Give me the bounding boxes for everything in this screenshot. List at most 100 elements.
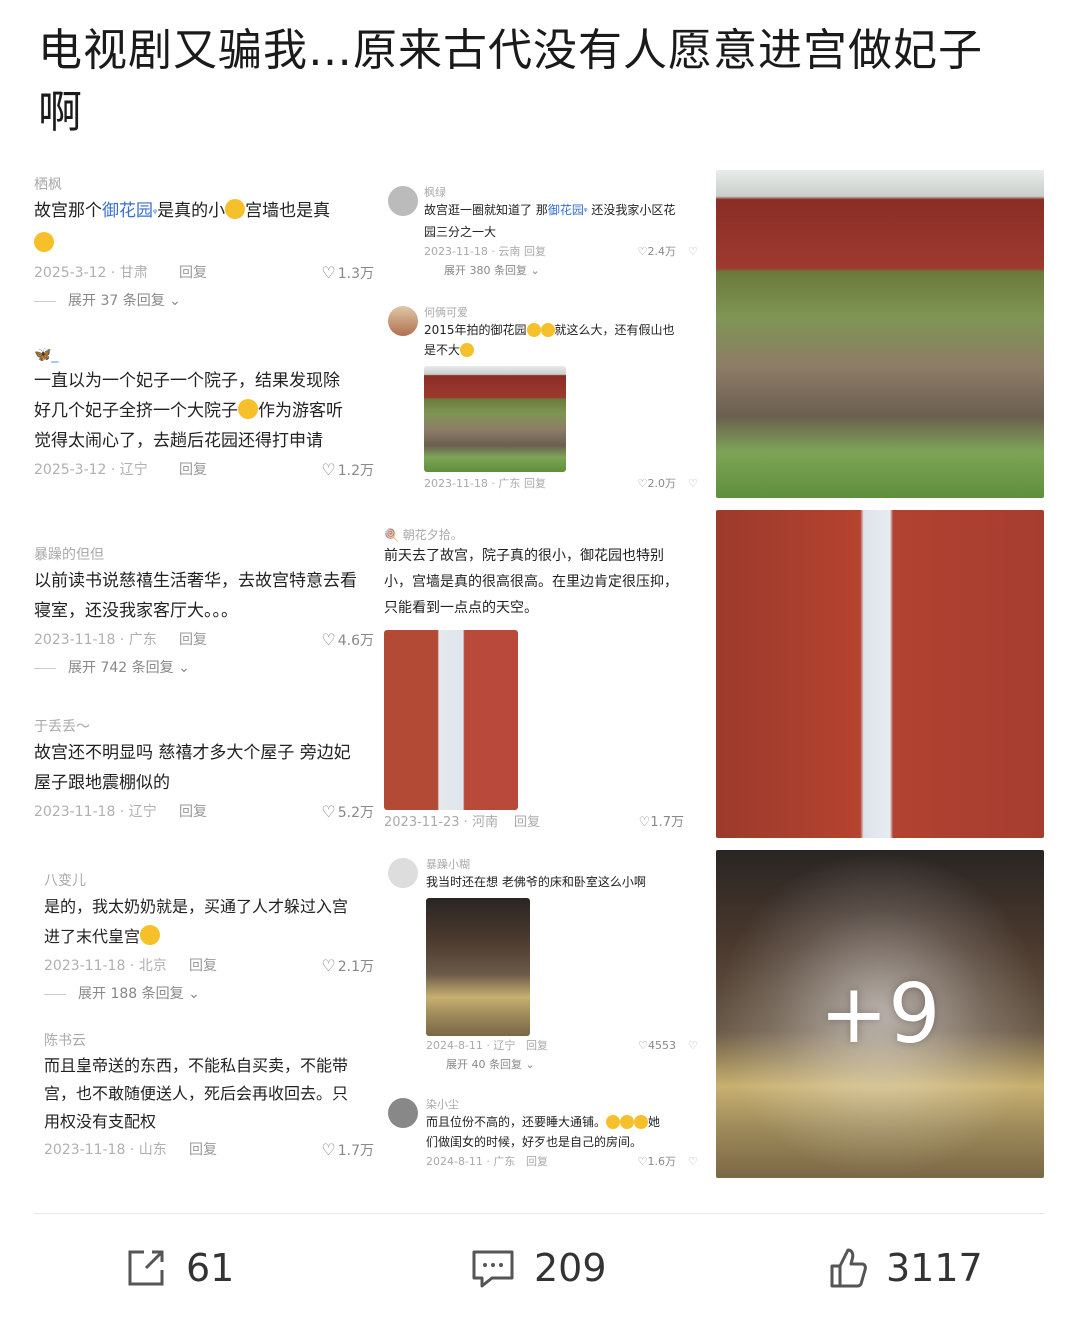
comment: 八变儿 是的，我太奶奶就是，买通了人才躲过入宫 进了末代皇宫 2023-11-1… [44, 870, 374, 1008]
comment-username: 于丢丢～ [34, 719, 90, 735]
bedroom-photo[interactable]: +9 [716, 850, 1044, 1178]
comment: 🍭 朝花夕拾。 前天去了故宫，院子真的很小，御花园也特别 小，宫墙是真的很高很高… [384, 526, 706, 621]
divider [34, 1213, 1044, 1214]
comment-icon [472, 1250, 514, 1288]
comment-username: 🦋_ [34, 347, 59, 363]
share-button[interactable]: 61 [124, 1238, 234, 1298]
like-count: ♡ 1.3万 [321, 259, 374, 288]
comment-meta: 2023-11-18 · 辽宁 回复 ♡ 5.2万 [34, 798, 374, 826]
comment-text: 而且位份不高的，还要睡大通铺。她 [426, 1115, 661, 1129]
comment-username: 暴躁小糊 [426, 858, 470, 871]
dislike-icon: ♡ [688, 1155, 698, 1168]
comment-text: 故宫还不明显吗 慈禧才多大个屋子 旁边妃 [34, 743, 351, 763]
avatar [388, 1098, 418, 1128]
heart-icon: ♡ [321, 630, 336, 649]
comment-meta: 2024-8-11 · 辽宁 回复 ♡4553 ♡ [426, 1036, 704, 1056]
post-title-line2: 啊 [38, 87, 83, 138]
palace-wall-photo-thumbnail[interactable] [384, 630, 518, 810]
avatar [388, 306, 418, 336]
comment-text: 而且皇帝送的东西，不能私自买卖，不能带 [44, 1056, 349, 1075]
comment-meta: 2023-11-18 · 云南 回复 ♡2.4万 ♡ [424, 242, 704, 262]
reply-label: 回复 [179, 265, 207, 281]
comment-username: 枫绿 [424, 186, 446, 199]
lollipop-icon: 🍭 [384, 528, 399, 542]
heart-icon: ♡ [321, 263, 336, 282]
expand-replies: 展开 380 条回复 ⌄ [444, 264, 540, 277]
comment-username: 染小尘 [426, 1098, 459, 1111]
emoji-icon [634, 1115, 649, 1129]
dislike-icon: ♡ [688, 1039, 698, 1052]
like-count: 3117 [886, 1246, 983, 1290]
comment: 陈书云 而且皇帝送的东西，不能私自买卖，不能带 宫，也不敢随便送人，死后会再收回… [44, 1030, 374, 1164]
image-comment-screenshot-2[interactable]: 枫绿 故宫逛一圈就知道了 那御花园ᵠ 还没我家小区花 园三分之一大 2023-1… [380, 168, 710, 1180]
heart-icon: ♡ [637, 477, 648, 490]
comment: 何俩可爱 2015年拍的御花园 就这么大，还有假山也 是不大 [424, 304, 704, 360]
comment-text: 是的，我太奶奶就是，买通了人才躲过入宫 [44, 897, 349, 916]
garden-photo-thumbnail[interactable] [424, 366, 566, 472]
comment-count: 209 [534, 1246, 607, 1290]
comment-meta: 2023-11-18 · 广东 回复 ♡2.0万 ♡ [424, 474, 704, 494]
dislike-icon: ♡ [688, 245, 698, 258]
sweat-emoji-icon [238, 399, 258, 419]
heart-icon: ♡ [637, 1155, 648, 1168]
comment: 暴躁小糊 我当时还在想 老佛爷的床和卧室这么小啊 [426, 856, 704, 892]
comment-meta: 2025-3-12 · 辽宁 回复 ♡ 1.2万 [34, 456, 374, 484]
laughing-emoji-icon [225, 199, 246, 219]
more-photos-count: +9 [819, 966, 941, 1062]
comment-meta: 2025-3-12 · 甘肃 回复 ♡ 1.3万 [34, 259, 374, 287]
comment-username: 朝花夕拾。 [402, 528, 463, 542]
comment-text: 我当时还在想 老佛爷的床和卧室这么小啊 [426, 875, 646, 889]
comment-username: 栖枫 [34, 177, 62, 193]
comment-text: 以前读书说慈禧生活奢华，去故宫特意去看 [34, 571, 357, 591]
thumbs-up-icon [830, 1248, 867, 1288]
hashtag-link: 御花园 [102, 201, 153, 221]
emoji-icon [540, 323, 555, 337]
comment-date: 2025-3-12 · 甘肃 [34, 265, 148, 281]
smile-emoji-icon [34, 232, 54, 252]
comment-text: 故宫逛一圈就知道了 那御花园ᵠ 还没我家小区花 [424, 203, 676, 217]
comment: 枫绿 故宫逛一圈就知道了 那御花园ᵠ 还没我家小区花 园三分之一大 2023-1… [424, 184, 704, 278]
comment: 暴躁的但但 以前读书说慈禧生活奢华，去故宫特意去看 寝室，还没我家客厅大。。。 … [34, 544, 374, 682]
post-title: 电视剧又骗我…原来古代没有人愿意进宫做妃子 啊 [38, 20, 1048, 144]
emoji-icon [620, 1115, 635, 1129]
comment-button[interactable]: 209 [470, 1238, 607, 1298]
comment-meta: 2023-11-23 · 河南 回复 ♡1.7万 [384, 815, 684, 830]
comment: 栖枫 故宫那个御花园ᵠ是真的小 宫墙也是真 2025-3-12 · 甘肃 回复 ♡… [34, 174, 374, 315]
garden-photo[interactable] [716, 170, 1044, 498]
comment-username: 陈书云 [44, 1033, 86, 1049]
dislike-icon: ♡ [688, 477, 698, 490]
comment-text: 故宫那个御花园ᵠ是真的小 宫墙也是真 [34, 199, 331, 221]
share-icon [128, 1250, 164, 1286]
bedroom-photo-thumbnail[interactable] [426, 898, 530, 1036]
post-title-line1: 电视剧又骗我…原来古代没有人愿意进宫做妃子 [38, 25, 983, 76]
palace-wall-photo[interactable] [716, 510, 1044, 838]
comment-text: 一直以为一个妃子一个院子，结果发现除 [34, 371, 340, 391]
comment-meta: 2023-11-18 · 山东 回复 ♡ 1.7万 [44, 1136, 374, 1164]
comment: 于丢丢～ 故宫还不明显吗 慈禧才多大个屋子 旁边妃 屋子跟地震棚似的 2023-… [34, 716, 374, 826]
expand-replies: 展开 40 条回复 ⌄ [446, 1058, 535, 1071]
heart-icon: ♡ [321, 802, 336, 821]
expand-replies: 展开 188 条回复 ⌄ [44, 980, 374, 1008]
emoji-icon [606, 1115, 621, 1129]
image-comment-screenshot-1[interactable]: 栖枫 故宫那个御花园ᵠ是真的小 宫墙也是真 2025-3-12 · 甘肃 回复 ♡… [28, 168, 374, 1180]
comment-username: 何俩可爱 [424, 306, 468, 319]
expand-replies: 展开 37 条回复 ⌄ [34, 287, 374, 315]
heart-icon: ♡ [321, 1140, 336, 1159]
heart-icon: ♡ [638, 1039, 648, 1052]
comment-meta: 2024-8-11 · 广东 回复 ♡1.6万 ♡ [426, 1152, 704, 1172]
heart-icon: ♡ [637, 245, 648, 258]
comment: 染小尘 而且位份不高的，还要睡大通铺。她 们做闺女的时候，好歹也是自己的房间。 … [426, 1096, 704, 1172]
image-grid: 栖枫 故宫那个御花园ᵠ是真的小 宫墙也是真 2025-3-12 · 甘肃 回复 ♡… [28, 168, 1046, 1180]
share-count: 61 [186, 1246, 235, 1290]
avatar [388, 858, 418, 888]
comment-username: 八变儿 [44, 873, 86, 889]
comment: 🦋_ 一直以为一个妃子一个院子，结果发现除 好几个妃子全挤一个大院子 作为游客听 … [34, 344, 374, 484]
like-button[interactable]: 3117 [828, 1238, 983, 1298]
comment-username: 暴躁的但但 [34, 547, 104, 563]
heart-icon: ♡ [321, 956, 336, 975]
comment-meta: 2023-11-18 · 广东 回复 ♡ 4.6万 [34, 626, 374, 654]
emoji-icon [460, 343, 475, 357]
comment-meta: 2023-11-18 · 北京 回复 ♡ 2.1万 [44, 952, 374, 980]
avatar [388, 186, 418, 216]
heart-icon: ♡ [638, 815, 651, 830]
